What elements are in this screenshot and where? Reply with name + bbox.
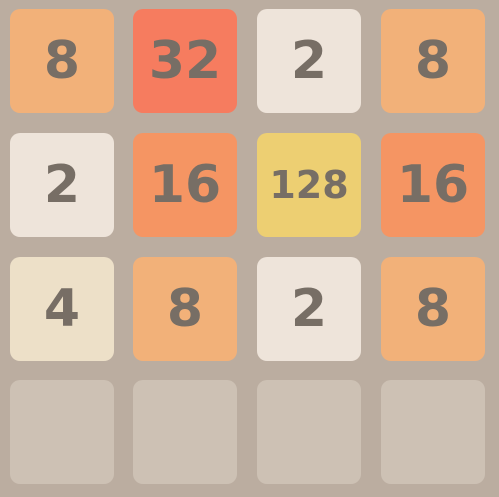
tile-value: 8	[414, 31, 452, 91]
game-board[interactable]: 8 32 2 8 2 16 128 16 4 8 2 8	[0, 0, 499, 497]
tile-128: 128	[257, 133, 361, 237]
tile-value: 8	[166, 279, 204, 339]
tile-value: 2	[290, 31, 328, 91]
tile-8: 8	[133, 257, 237, 361]
tile-2: 2	[257, 9, 361, 113]
empty-cell	[133, 380, 237, 484]
tile-8: 8	[381, 257, 485, 361]
tile-2: 2	[10, 133, 114, 237]
tile-16: 16	[133, 133, 237, 237]
empty-cell	[257, 380, 361, 484]
tile-value: 2	[290, 279, 328, 339]
tile-4: 4	[10, 257, 114, 361]
empty-cell	[10, 380, 114, 484]
tile-value: 16	[396, 155, 470, 215]
tile-value: 16	[148, 155, 222, 215]
tile-8: 8	[381, 9, 485, 113]
tile-value: 4	[43, 279, 81, 339]
tile-8: 8	[10, 9, 114, 113]
tile-value: 8	[43, 31, 81, 91]
tile-2: 2	[257, 257, 361, 361]
tile-16: 16	[381, 133, 485, 237]
tile-value: 8	[414, 279, 452, 339]
tile-value: 32	[148, 31, 222, 91]
empty-cell	[381, 380, 485, 484]
tile-value: 2	[43, 155, 81, 215]
tile-value: 128	[269, 163, 349, 207]
tile-32: 32	[133, 9, 237, 113]
